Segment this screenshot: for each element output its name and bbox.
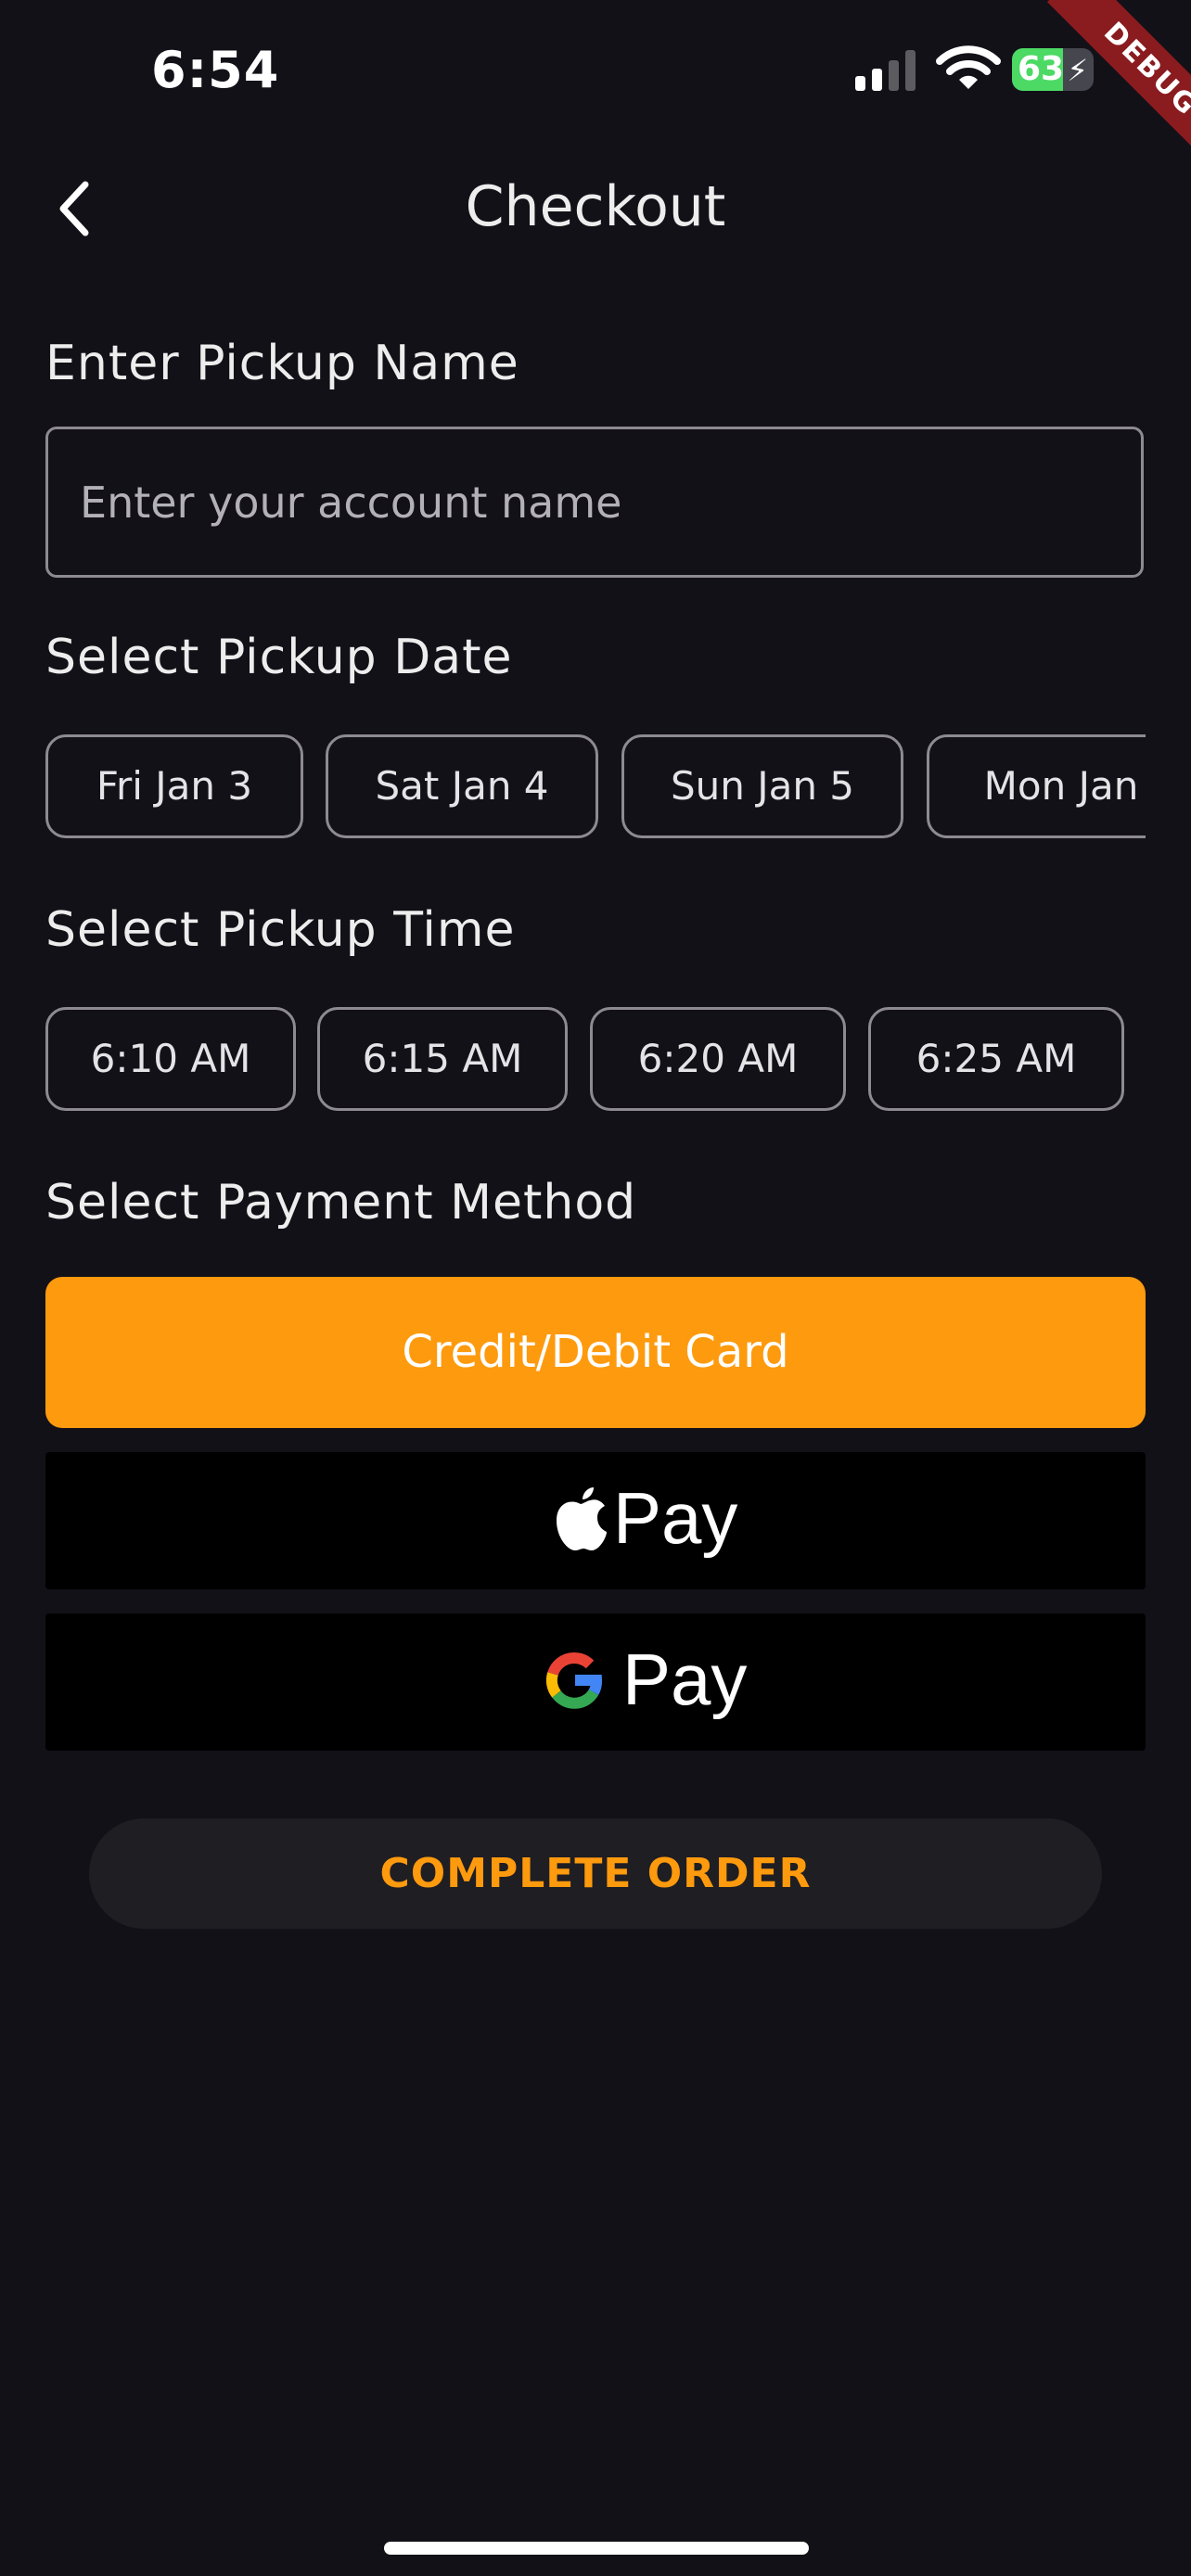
apple-pay-button[interactable]: Pay — [45, 1452, 1146, 1589]
time-chip[interactable]: 6:10 AM — [45, 1007, 296, 1111]
wifi-icon — [936, 45, 1001, 89]
google-pay-label: Pay — [622, 1639, 748, 1720]
charging-bolt-icon: ⚡ — [1067, 53, 1088, 88]
pickup-time-chips: 6:10 AM 6:15 AM 6:20 AM 6:25 AM — [45, 1007, 1146, 1115]
status-time: 6:54 — [151, 41, 280, 99]
time-chip[interactable]: 6:15 AM — [317, 1007, 568, 1111]
battery-charging-icon: 63 ⚡ — [1012, 48, 1094, 91]
google-pay-button[interactable]: Pay — [45, 1613, 1146, 1751]
time-chip[interactable]: 6:25 AM — [868, 1007, 1124, 1111]
battery-level-text: 63 — [1018, 50, 1065, 88]
date-chip[interactable]: Sat Jan 4 — [326, 734, 598, 838]
google-logo-icon — [545, 1651, 602, 1709]
apple-pay-label: Pay — [613, 1477, 738, 1559]
pickup-date-chips: Fri Jan 3 Sat Jan 4 Sun Jan 5 Mon Jan — [45, 734, 1146, 842]
page-title: Checkout — [465, 174, 726, 239]
date-chip[interactable]: Mon Jan — [927, 734, 1146, 838]
pickup-name-label: Enter Pickup Name — [45, 336, 519, 391]
time-chip[interactable]: 6:20 AM — [590, 1007, 846, 1111]
cellular-signal-icon — [855, 48, 918, 91]
apple-logo-icon — [557, 1487, 607, 1550]
payment-method-label: Select Payment Method — [45, 1175, 637, 1231]
complete-order-button[interactable]: COMPLETE ORDER — [89, 1818, 1102, 1929]
date-chip[interactable]: Fri Jan 3 — [45, 734, 303, 838]
date-chip[interactable]: Sun Jan 5 — [621, 734, 903, 838]
pickup-name-input[interactable] — [45, 427, 1144, 578]
pickup-date-label: Select Pickup Date — [45, 630, 513, 685]
home-indicator[interactable] — [384, 2542, 809, 2555]
pickup-time-label: Select Pickup Time — [45, 902, 516, 958]
credit-card-button[interactable]: Credit/Debit Card — [45, 1277, 1146, 1428]
